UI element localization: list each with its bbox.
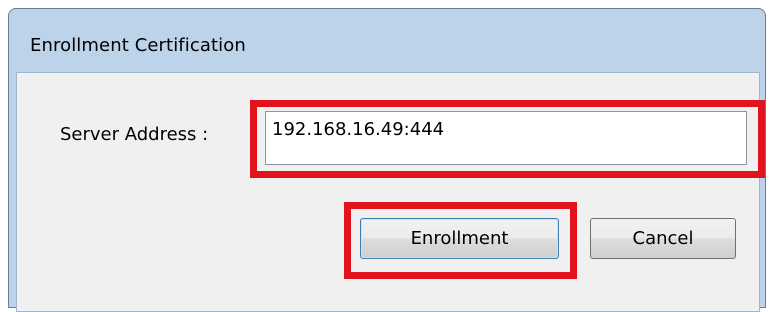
- server-address-label: Server Address :: [60, 124, 209, 145]
- enrollment-button[interactable]: Enrollment: [360, 218, 559, 259]
- dialog-title: Enrollment Certification: [30, 35, 246, 56]
- dialog-body: Server Address : Enrollment Cancel: [16, 72, 765, 312]
- title-bar[interactable]: Enrollment Certification: [9, 9, 765, 73]
- server-address-input[interactable]: [265, 111, 747, 165]
- cancel-button[interactable]: Cancel: [590, 218, 736, 259]
- enrollment-dialog-window: Enrollment Certification Server Address …: [8, 8, 766, 312]
